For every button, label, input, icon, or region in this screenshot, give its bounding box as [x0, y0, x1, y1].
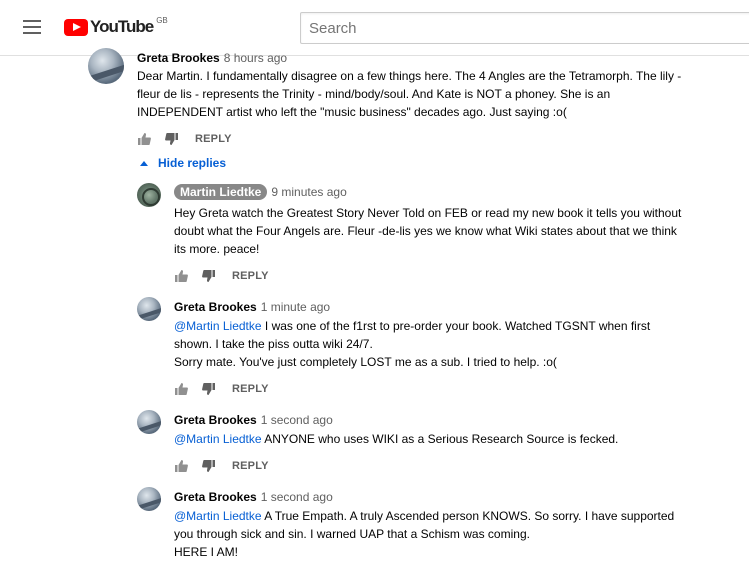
comment-header: Greta Brookes 1 second ago	[174, 488, 333, 506]
timestamp[interactable]: 8 hours ago	[224, 51, 287, 65]
avatar[interactable]	[137, 487, 161, 511]
dislike-icon[interactable]	[165, 133, 179, 145]
avatar[interactable]	[137, 297, 161, 321]
comment-actions: REPLY	[137, 131, 232, 147]
avatar[interactable]	[137, 410, 161, 434]
comment-header: Martin Liedtke 9 minutes ago	[174, 183, 347, 201]
comment-text: @Martin Liedtke A True Empath. A truly A…	[174, 507, 734, 561]
reply-button[interactable]: REPLY	[232, 270, 269, 282]
comment-text: Hey Greta watch the Greatest Story Never…	[174, 206, 682, 256]
avatar[interactable]	[88, 48, 124, 84]
user-mention-link[interactable]: @Martin Liedtke	[174, 432, 262, 446]
creator-badge-name[interactable]: Martin Liedtke	[174, 184, 268, 200]
reply-button[interactable]: REPLY	[232, 460, 269, 472]
like-icon[interactable]	[174, 383, 188, 395]
hide-replies-button[interactable]: Hide replies	[140, 156, 226, 170]
comment-header: Greta Brookes 1 second ago	[174, 411, 333, 429]
like-icon[interactable]	[137, 133, 151, 145]
avatar[interactable]	[137, 183, 161, 207]
user-mention-link[interactable]: @Martin Liedtke	[174, 509, 262, 523]
logo-region: GB	[156, 16, 168, 25]
like-icon[interactable]	[174, 460, 188, 472]
youtube-logo[interactable]: YouTube GB	[64, 16, 168, 40]
hide-replies-label: Hide replies	[158, 156, 227, 170]
comment-actions: REPLY	[174, 458, 269, 474]
comment-actions: REPLY	[174, 268, 269, 284]
timestamp[interactable]: 1 second ago	[261, 413, 333, 427]
user-mention-link[interactable]: @Martin Liedtke	[174, 319, 262, 333]
comment-header: Greta Brookes 8 hours ago	[137, 49, 287, 67]
timestamp[interactable]: 1 minute ago	[261, 300, 330, 314]
like-icon[interactable]	[174, 270, 188, 282]
comment-body: ANYONE who uses WIKI as a Serious Resear…	[261, 432, 619, 446]
timestamp[interactable]: 1 second ago	[261, 490, 333, 504]
masthead: YouTube GB	[0, 0, 749, 56]
guide-menu-icon[interactable]	[23, 20, 41, 34]
comment-text: @Martin Liedtke ANYONE who uses WIKI as …	[174, 430, 734, 448]
comment-text: Dear Martin. I fundamentally disagree on…	[137, 69, 682, 119]
author-name[interactable]: Greta Brookes	[137, 51, 220, 65]
dislike-icon[interactable]	[202, 270, 216, 282]
comment-actions: REPLY	[174, 381, 269, 397]
caret-up-icon	[140, 160, 148, 166]
logo-text: YouTube	[90, 17, 154, 36]
author-name[interactable]: Greta Brookes	[174, 490, 257, 504]
author-name[interactable]: Greta Brookes	[174, 300, 257, 314]
author-name[interactable]: Greta Brookes	[174, 413, 257, 427]
youtube-play-icon	[64, 19, 88, 36]
comment-header: Greta Brookes 1 minute ago	[174, 298, 330, 316]
dislike-icon[interactable]	[202, 460, 216, 472]
comment-text: @Martin Liedtke I was one of the f1rst t…	[174, 317, 734, 371]
dislike-icon[interactable]	[202, 383, 216, 395]
reply-button[interactable]: REPLY	[195, 133, 232, 145]
timestamp[interactable]: 9 minutes ago	[271, 185, 346, 199]
reply-button[interactable]: REPLY	[232, 383, 269, 395]
search-input[interactable]	[300, 12, 749, 44]
